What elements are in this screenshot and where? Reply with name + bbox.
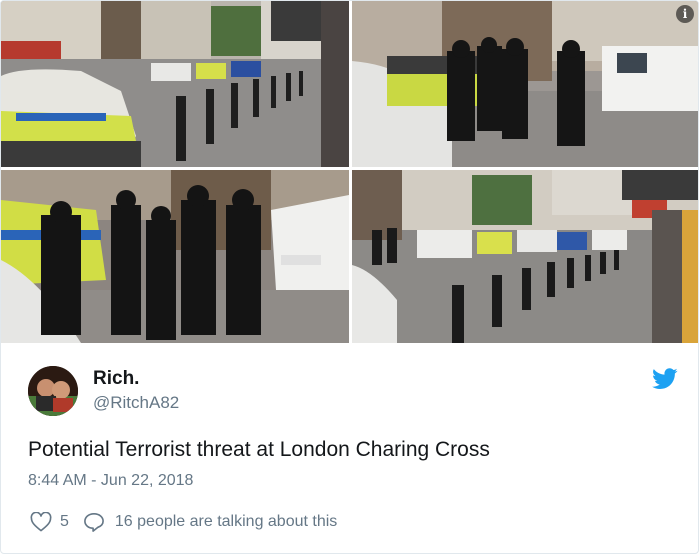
- media-grid[interactable]: i: [1, 1, 698, 343]
- like-count: 5: [60, 513, 69, 530]
- talking-action[interactable]: 16 people are talking about this: [83, 512, 337, 532]
- like-action[interactable]: 5: [30, 512, 69, 532]
- avatar[interactable]: [28, 366, 78, 416]
- tweet-header: Rich. @RitchA82: [28, 364, 678, 416]
- tweet-text: Potential Terrorist threat at London Cha…: [28, 438, 490, 461]
- photo-armed-officers-van[interactable]: [352, 1, 698, 167]
- info-icon[interactable]: i: [676, 5, 694, 23]
- twitter-bird-icon[interactable]: [652, 368, 678, 390]
- photo-street-police-vehicles[interactable]: [352, 170, 698, 343]
- tweet-actions: 5 16 people are talking about this: [30, 509, 337, 535]
- speech-bubble-icon[interactable]: [83, 512, 105, 532]
- photo-police-cars-street[interactable]: [1, 1, 349, 167]
- tweet-card: i Rich. @RitchA82 Potential Terrorist th…: [0, 0, 699, 554]
- tweet-timestamp[interactable]: 8:44 AM - Jun 22, 2018: [28, 471, 193, 491]
- heart-icon[interactable]: [30, 512, 52, 532]
- user-handle[interactable]: @RitchA82: [93, 392, 179, 414]
- photo-armed-officers-closeup[interactable]: [1, 170, 349, 343]
- author-names: Rich. @RitchA82: [93, 368, 179, 414]
- talking-count-text[interactable]: 16 people are talking about this: [115, 513, 337, 531]
- display-name[interactable]: Rich.: [93, 368, 179, 390]
